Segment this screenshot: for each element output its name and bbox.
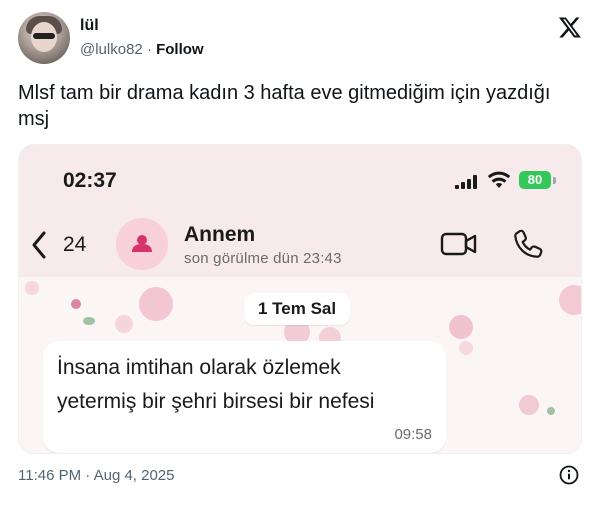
wifi-icon	[487, 171, 511, 188]
avatar-glasses	[33, 33, 55, 39]
battery-indicator: 80	[519, 171, 551, 189]
follow-button[interactable]: Follow	[156, 41, 204, 58]
wallpaper-flower	[139, 287, 173, 321]
chat-header: 02:37 80 24 Annem son görülme dün 23:43	[19, 145, 581, 277]
signal-icon	[455, 175, 477, 189]
status-time: 02:37	[63, 169, 117, 192]
contact-avatar[interactable]	[116, 218, 168, 270]
message-text: İnsana imtihan olarak özlemek yetermiş b…	[57, 351, 437, 419]
wallpaper-flower	[25, 281, 39, 295]
author-avatar[interactable]	[18, 12, 70, 64]
handle-separator: ·	[146, 41, 152, 58]
wallpaper-flower	[459, 341, 473, 355]
wallpaper-flower	[115, 315, 133, 333]
wallpaper-flower	[449, 315, 473, 339]
message-bubble[interactable]: İnsana imtihan olarak özlemek yetermiş b…	[43, 341, 446, 453]
tweet-card: lül @lulko82 · Follow Mlsf tam bir drama…	[0, 0, 600, 506]
wallpaper-flower	[71, 299, 81, 309]
x-logo-icon[interactable]	[558, 15, 582, 39]
author-handle[interactable]: @lulko82	[80, 41, 143, 58]
contact-name[interactable]: Annem	[184, 223, 255, 247]
tweet-timestamp[interactable]: 11:46 PM · Aug 4, 2025	[18, 467, 175, 484]
attached-screenshot[interactable]: 02:37 80 24 Annem son görülme dün 23:43 …	[18, 144, 582, 454]
message-time: 09:58	[394, 426, 432, 443]
wallpaper-flower	[559, 285, 581, 315]
date-separator: 1 Tem Sal	[244, 293, 351, 325]
message-line: yetermiş bir şehri birsesi bir nefesi	[57, 390, 375, 413]
tweet-text-line: msj	[18, 108, 50, 130]
phone-icon[interactable]	[513, 228, 545, 260]
unread-count[interactable]: 24	[63, 233, 86, 257]
tweet-text: Mlsf tam bir drama kadın 3 hafta eve git…	[18, 80, 588, 132]
author-display-name[interactable]: lül	[80, 17, 99, 35]
message-line: İnsana imtihan olarak özlemek	[57, 356, 341, 379]
video-camera-icon[interactable]	[440, 231, 478, 257]
info-icon[interactable]	[559, 465, 579, 485]
person-icon	[132, 235, 152, 252]
last-seen-status: son görülme dün 23:43	[184, 250, 342, 267]
tweet-text-line: Mlsf tam bir drama kadın 3 hafta eve git…	[18, 82, 551, 104]
wallpaper-leaf	[83, 317, 95, 325]
wallpaper-flower	[519, 395, 539, 415]
wallpaper-leaf	[547, 407, 555, 415]
chevron-left-icon[interactable]	[31, 231, 47, 259]
battery-tip	[553, 177, 556, 184]
author-handle-line: @lulko82 · Follow	[80, 41, 204, 58]
